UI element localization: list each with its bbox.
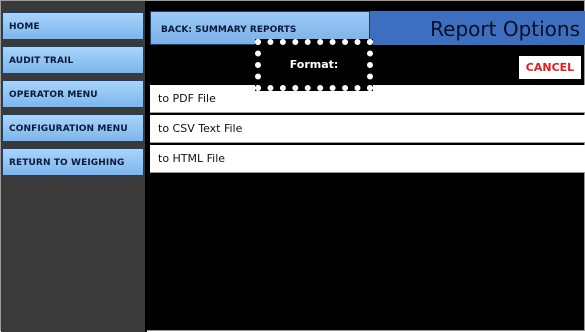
sidebar-item-audit-trail[interactable]: AUDIT TRAIL (2, 46, 144, 74)
sidebar-item-operator-menu[interactable]: OPERATOR MENU (2, 80, 144, 108)
option-html-file[interactable]: to HTML File (150, 145, 585, 173)
sidebar-item-return-to-weighing[interactable]: RETURN TO WEIGHING (2, 148, 144, 176)
sidebar-item-configuration-menu[interactable]: CONFIGURATION MENU (2, 114, 144, 142)
sidebar-item-home[interactable]: HOME (2, 12, 144, 40)
cancel-button[interactable]: CANCEL (519, 56, 581, 79)
option-csv-text-file[interactable]: to CSV Text File (150, 115, 585, 143)
page-title: Report Options (370, 11, 585, 45)
sidebar-nav: HOME AUDIT TRAIL OPERATOR MENU CONFIGURA… (1, 1, 147, 332)
screen-frame: HOME AUDIT TRAIL OPERATOR MENU CONFIGURA… (0, 0, 585, 332)
format-label: Format: (255, 39, 373, 91)
